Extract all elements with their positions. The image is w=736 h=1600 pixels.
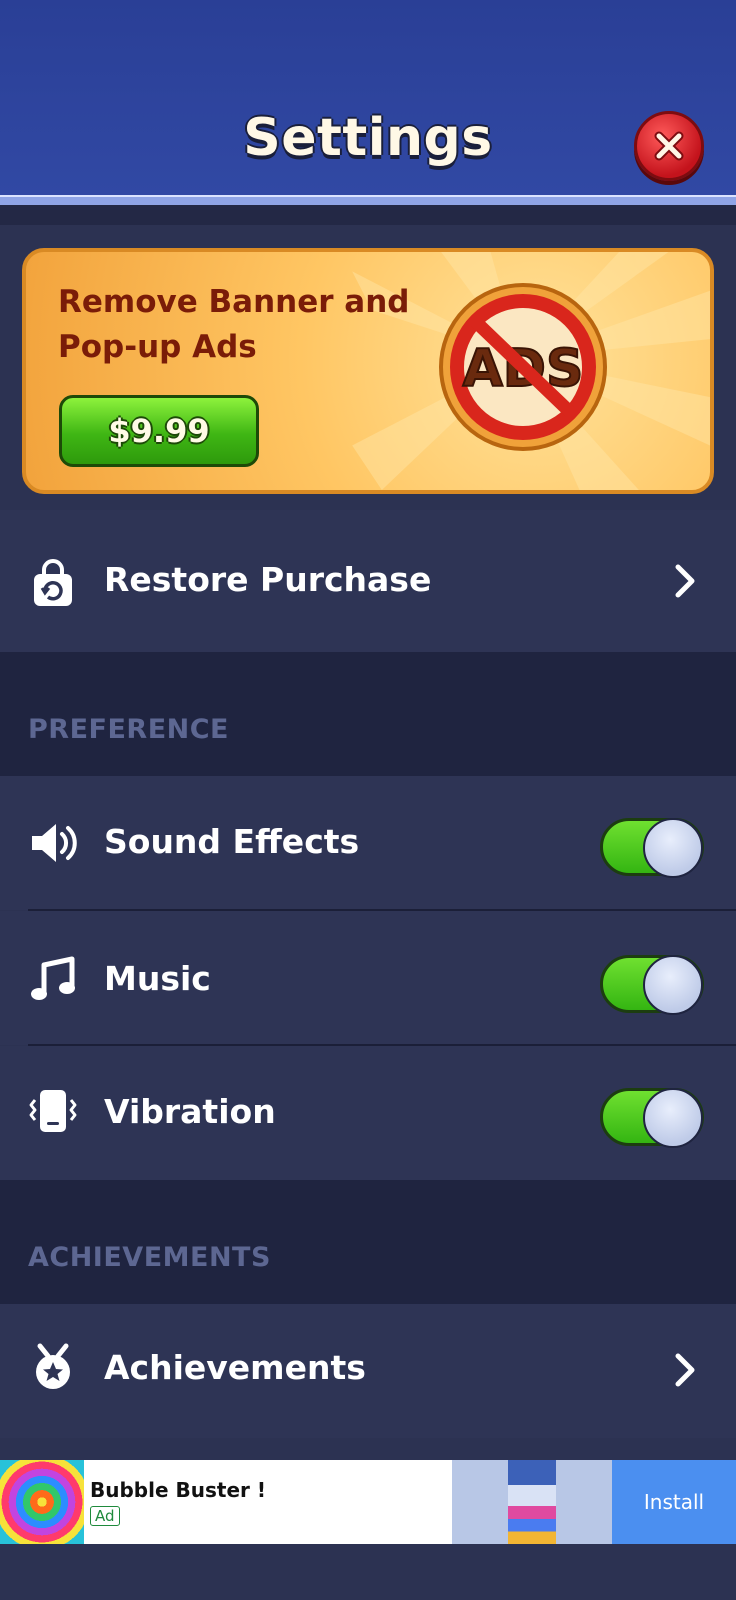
toggle-knob [643, 818, 703, 878]
chevron-right-icon [675, 564, 695, 598]
shopping-bag-restore-icon [34, 559, 72, 606]
remove-ads-card[interactable]: Remove Banner and Pop-up Ads $9.99 ADS [22, 248, 714, 494]
achievements-label: Achievements [104, 1348, 366, 1387]
ad-phone-preview [508, 1460, 556, 1544]
achievements-section-label: ACHIEVEMENTS [28, 1242, 271, 1273]
toggle-knob [643, 1088, 703, 1148]
music-note-icon [31, 956, 75, 1000]
remove-ads-title-line2: Pop-up Ads [58, 329, 257, 365]
speaker-icon [32, 824, 77, 862]
remove-ads-title: Remove Banner and Pop-up Ads [58, 280, 438, 370]
restore-purchase-label: Restore Purchase [104, 560, 432, 599]
music-toggle[interactable] [600, 955, 704, 1015]
sound-effects-label: Sound Effects [104, 822, 360, 861]
sound-effects-toggle[interactable] [600, 818, 704, 878]
chevron-right-icon [675, 1353, 695, 1387]
remove-ads-title-line1: Remove Banner and [58, 284, 410, 320]
vibration-label: Vibration [104, 1092, 276, 1131]
music-label: Music [104, 959, 211, 998]
ad-screenshot[interactable] [452, 1460, 612, 1544]
restore-purchase-row[interactable]: Restore Purchase [0, 510, 736, 652]
ad-banner[interactable]: Bubble Buster ! Ad Install [0, 1460, 736, 1544]
page-title: Settings [243, 108, 493, 168]
ad-tag: Ad [90, 1506, 120, 1526]
ad-install-button[interactable]: Install [612, 1460, 736, 1544]
bottom-spacer [0, 1560, 736, 1600]
preference-section-label: PREFERENCE [28, 714, 230, 745]
buy-remove-ads-button[interactable]: $9.99 [59, 395, 259, 467]
music-row: Music [0, 911, 736, 1045]
vibration-row: Vibration [0, 1046, 736, 1180]
achievements-row[interactable]: Achievements [0, 1304, 736, 1438]
header-divider [0, 195, 736, 205]
ad-app-icon[interactable] [0, 1460, 84, 1544]
close-icon [654, 131, 684, 161]
header-shadow [0, 205, 736, 225]
close-button[interactable] [634, 111, 704, 181]
sound-effects-row: Sound Effects [0, 776, 736, 910]
vibration-toggle[interactable] [600, 1088, 704, 1148]
phone-vibration-icon [29, 1090, 77, 1132]
ad-title[interactable]: Bubble Buster ! [90, 1478, 266, 1502]
toggle-knob [643, 955, 703, 1015]
medal-star-icon [36, 1343, 70, 1389]
no-ads-icon: ADS [439, 283, 607, 451]
